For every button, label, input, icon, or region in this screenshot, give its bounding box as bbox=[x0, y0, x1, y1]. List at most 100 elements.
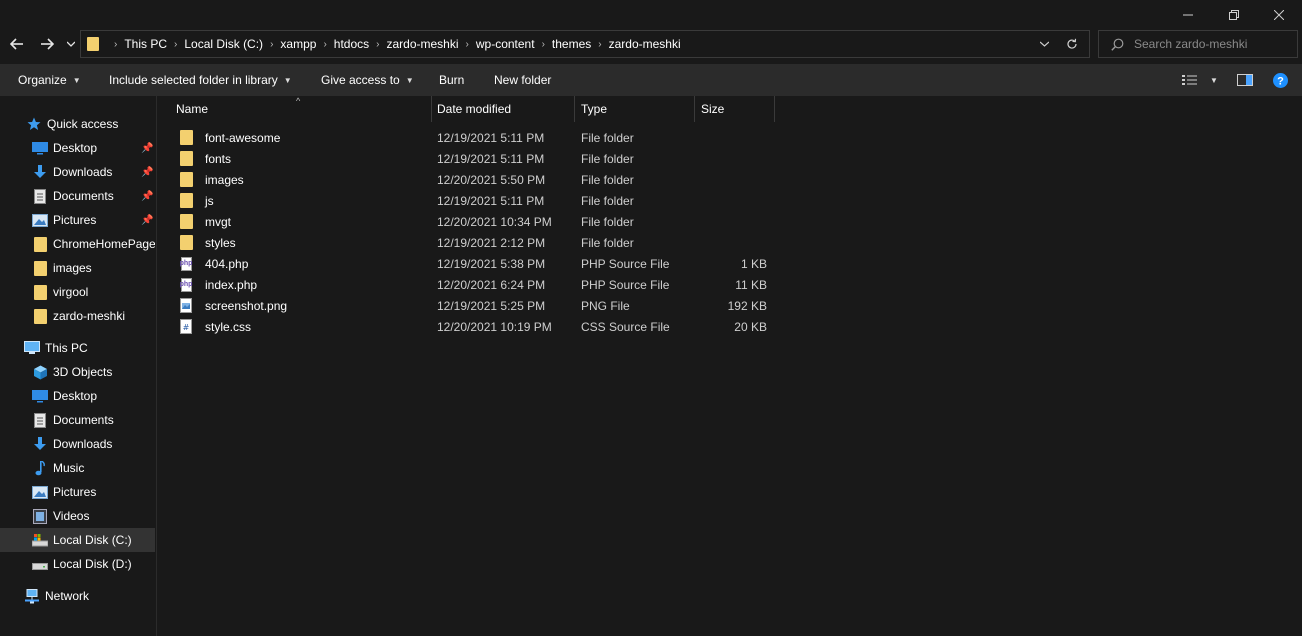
file-name: mvgt bbox=[205, 214, 232, 229]
chevron-right-icon[interactable]: › bbox=[323, 39, 326, 50]
help-button[interactable]: ? bbox=[1273, 64, 1288, 96]
sidebar-item-pc-downloads[interactable]: Downloads bbox=[0, 432, 155, 456]
file-row[interactable]: mvgt 12/20/2021 10:34 PM File folder bbox=[170, 211, 776, 232]
sidebar-item-label: Desktop bbox=[53, 389, 98, 403]
file-row[interactable]: font-awesome 12/19/2021 5:11 PM File fol… bbox=[170, 127, 776, 148]
sidebar-item-desktop[interactable]: Desktop 📌 bbox=[0, 136, 155, 160]
burn-label: Burn bbox=[439, 73, 465, 87]
breadcrumb-zardo-meshki[interactable]: zardo-meshki bbox=[386, 37, 458, 51]
sidebar-item-label: Quick access bbox=[47, 117, 119, 131]
sidebar-item-network[interactable]: Network bbox=[0, 584, 155, 608]
breadcrumb-current-folder[interactable]: zardo-meshki bbox=[609, 37, 681, 51]
sidebar-item-quick-access[interactable]: Quick access bbox=[0, 112, 155, 136]
sidebar-item-label: zardo-meshki bbox=[53, 309, 126, 323]
column-header-type[interactable]: Type bbox=[575, 96, 695, 122]
chevron-right-icon[interactable]: › bbox=[466, 39, 469, 50]
document-icon bbox=[32, 188, 48, 204]
computer-icon bbox=[24, 340, 40, 356]
chevron-right-icon[interactable]: › bbox=[376, 39, 379, 50]
folder-icon bbox=[178, 235, 194, 251]
pin-icon: 📌 bbox=[141, 214, 154, 226]
file-row[interactable]: # style.css 12/20/2021 10:19 PM CSS Sourc… bbox=[170, 316, 776, 337]
breadcrumb-wp-content[interactable]: wp-content bbox=[476, 37, 535, 51]
sidebar-item-chromehomepage[interactable]: ChromeHomePage bbox=[0, 232, 155, 256]
file-name: screenshot.png bbox=[205, 298, 288, 313]
change-view-button[interactable]: ▼ bbox=[1182, 64, 1218, 96]
minimize-icon bbox=[1183, 14, 1193, 16]
breadcrumb-local-disk-c[interactable]: Local Disk (C:) bbox=[184, 37, 263, 51]
file-type: CSS Source File bbox=[581, 319, 670, 334]
breadcrumb-this-pc[interactable]: This PC bbox=[124, 37, 167, 51]
include-in-library-button[interactable]: Include selected folder in library ▼ bbox=[109, 64, 292, 96]
sidebar-item-label: ChromeHomePage bbox=[53, 237, 155, 251]
column-header-name[interactable]: Name bbox=[170, 96, 432, 122]
file-type: PHP Source File bbox=[581, 277, 670, 292]
breadcrumb-themes[interactable]: themes bbox=[552, 37, 591, 51]
sidebar-item-images[interactable]: images bbox=[0, 256, 155, 280]
file-type: File folder bbox=[581, 235, 634, 250]
search-input[interactable] bbox=[1134, 37, 1284, 51]
chevron-down-icon bbox=[1039, 41, 1049, 47]
file-row[interactable]: php 404.php 12/19/2021 5:38 PM PHP Source… bbox=[170, 253, 776, 274]
column-header-size[interactable]: Size bbox=[695, 96, 775, 122]
column-header-label: Name bbox=[176, 102, 209, 116]
sidebar-item-this-pc[interactable]: This PC bbox=[0, 336, 155, 360]
give-access-button[interactable]: Give access to ▼ bbox=[321, 64, 414, 96]
file-name-cell: mvgt bbox=[178, 211, 231, 232]
file-size: 192 KB bbox=[727, 298, 767, 313]
close-button[interactable] bbox=[1256, 0, 1302, 30]
sidebar-item-music[interactable]: Music bbox=[0, 456, 155, 480]
restore-button[interactable] bbox=[1211, 0, 1257, 30]
sidebar-item-documents[interactable]: Documents 📌 bbox=[0, 184, 155, 208]
preview-pane-button[interactable] bbox=[1237, 64, 1253, 96]
file-row[interactable]: screenshot.png 12/19/2021 5:25 PM PNG Fi… bbox=[170, 295, 776, 316]
chevron-right-icon[interactable]: › bbox=[270, 39, 273, 50]
new-folder-button[interactable]: New folder bbox=[494, 64, 551, 96]
sidebar-item-local-disk-d[interactable]: Local Disk (D:) bbox=[0, 552, 155, 576]
desktop-icon bbox=[32, 140, 48, 156]
file-type: PHP Source File bbox=[581, 256, 670, 271]
file-row[interactable]: php index.php 12/20/2021 6:24 PM PHP Sour… bbox=[170, 274, 776, 295]
sidebar-item-pc-pictures[interactable]: Pictures bbox=[0, 480, 155, 504]
chevron-right-icon[interactable]: › bbox=[542, 39, 545, 50]
folder-icon bbox=[87, 37, 99, 51]
burn-button[interactable]: Burn bbox=[439, 64, 464, 96]
recent-locations-button[interactable] bbox=[64, 30, 78, 58]
sidebar-item-virgool[interactable]: virgool bbox=[0, 280, 155, 304]
address-bar[interactable]: › This PC › Local Disk (C:) › xampp › ht… bbox=[80, 30, 1090, 58]
sidebar-item-local-disk-c[interactable]: Local Disk (C:) bbox=[0, 528, 155, 552]
sidebar-item-pc-desktop[interactable]: Desktop bbox=[0, 384, 155, 408]
file-row[interactable]: js 12/19/2021 5:11 PM File folder bbox=[170, 190, 776, 211]
breadcrumb-htdocs[interactable]: htdocs bbox=[334, 37, 369, 51]
sidebar-item-label: Music bbox=[53, 461, 85, 475]
navigation-pane: Quick access Desktop 📌 Downloads 📌 Docum… bbox=[0, 96, 157, 636]
file-row[interactable]: styles 12/19/2021 2:12 PM File folder bbox=[170, 232, 776, 253]
search-box[interactable] bbox=[1098, 30, 1298, 58]
chevron-right-icon[interactable]: › bbox=[598, 39, 601, 50]
sidebar-item-videos[interactable]: Videos bbox=[0, 504, 155, 528]
file-type: File folder bbox=[581, 193, 634, 208]
refresh-button[interactable] bbox=[1059, 31, 1085, 57]
sidebar-item-pictures[interactable]: Pictures 📌 bbox=[0, 208, 155, 232]
sidebar-item-3d-objects[interactable]: 3D Objects bbox=[0, 360, 155, 384]
forward-button[interactable] bbox=[36, 30, 58, 58]
back-button[interactable] bbox=[6, 30, 28, 58]
column-header-date-modified[interactable]: Date modified bbox=[431, 96, 575, 122]
sidebar-item-downloads[interactable]: Downloads 📌 bbox=[0, 160, 155, 184]
breadcrumb-xampp[interactable]: xampp bbox=[280, 37, 316, 51]
file-date: 12/19/2021 5:11 PM bbox=[437, 130, 545, 145]
pin-icon: 📌 bbox=[141, 166, 154, 178]
file-name: 404.php bbox=[205, 256, 249, 271]
file-row[interactable]: fonts 12/19/2021 5:11 PM File folder bbox=[170, 148, 776, 169]
organize-button[interactable]: Organize ▼ bbox=[18, 64, 81, 96]
sidebar-item-pc-documents[interactable]: Documents bbox=[0, 408, 155, 432]
file-name-cell: screenshot.png bbox=[178, 295, 287, 316]
chevron-right-icon[interactable]: › bbox=[174, 39, 177, 50]
file-row[interactable]: images 12/20/2021 5:50 PM File folder bbox=[170, 169, 776, 190]
minimize-button[interactable] bbox=[1165, 0, 1211, 30]
sidebar-item-zardo-meshki[interactable]: zardo-meshki bbox=[0, 304, 155, 328]
folder-icon bbox=[178, 193, 194, 209]
php-file-icon: php bbox=[178, 277, 194, 293]
address-history-button[interactable] bbox=[1035, 31, 1053, 57]
file-type: File folder bbox=[581, 172, 634, 187]
